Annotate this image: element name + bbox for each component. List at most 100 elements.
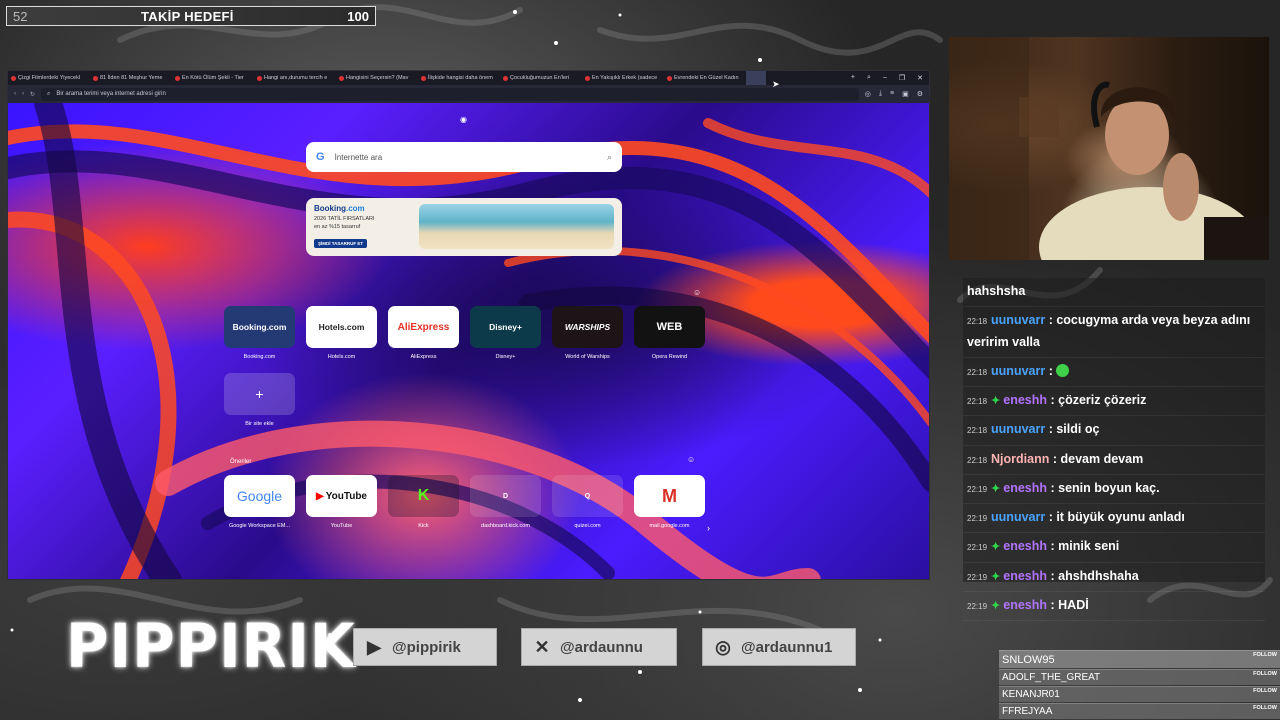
ad-brand: Booking.com <box>314 204 365 213</box>
suggestion-kick[interactable]: K Kick <box>388 475 459 529</box>
chat-message: 22:19 ✦ eneshh : HADİ <box>963 592 1265 621</box>
chat-timestamp: 22:18 <box>967 426 988 436</box>
chat-username[interactable]: eneshh <box>1003 569 1047 583</box>
tab[interactable]: En Yakışıklı Erkek (sadece <box>582 71 664 85</box>
chat-username[interactable]: uunuvarr <box>991 313 1045 327</box>
page-search-box[interactable]: G İnternette ara ⌕ <box>306 142 622 172</box>
webcam-feed <box>949 37 1269 260</box>
minimize-icon[interactable]: – <box>883 74 887 82</box>
chat-message: 22:18 uunuvarr : cocugyma arda veya beyza… <box>963 307 1265 358</box>
goal-title: TAKİP HEDEFİ <box>141 8 234 24</box>
search-icon: ⌕ <box>47 90 51 97</box>
chat-username[interactable]: eneshh <box>1003 539 1047 553</box>
forward-icon[interactable]: › <box>22 91 24 97</box>
settings-icon[interactable]: ⚙ <box>917 90 923 98</box>
add-site-button[interactable]: + Bir site ekle <box>224 373 295 427</box>
plus-icon: + <box>224 373 295 415</box>
chat-timestamp: 22:19 <box>967 572 988 582</box>
chat-message: 22:19 ✦ eneshh : ahshdhshaha <box>963 563 1265 592</box>
speed-dial-page: ◉ G İnternette ara ⌕ Booking.com 2026 TA… <box>8 103 929 579</box>
chat-text: : it büyük oyunu anladı <box>1048 510 1185 524</box>
suggestions-title: Öneriler <box>230 459 252 465</box>
opera-indicator-icon: ◉ <box>460 115 467 124</box>
speed-dial-disney[interactable]: Disney+ Disney+ <box>470 306 541 360</box>
tab[interactable]: Hangisini Seçersin? (Mav <box>336 71 418 85</box>
speed-dial-opera-rewind[interactable]: WEB Opera Rewind <box>634 306 705 360</box>
restore-icon[interactable]: ❐ <box>899 74 905 82</box>
ad-text: Booking.com 2026 TATİL FIRSATLARI en az … <box>314 204 375 250</box>
tab[interactable]: 81 İlden 81 Meşhur Yeme <box>90 71 172 85</box>
chat-message: 22:19 ✦ eneshh : minik seni <box>963 533 1265 563</box>
chat-message: 22:19 ✦ eneshh : senin boyun kaç. <box>963 475 1265 504</box>
chat-text: : çözeriz çözeriz <box>1050 393 1147 407</box>
speed-dial-aliexpress[interactable]: AliExpress AliExpress <box>388 306 459 360</box>
sub-badge-icon: ✦ <box>991 395 1001 407</box>
chevron-right-icon[interactable]: › <box>707 523 710 533</box>
favicon-icon <box>339 75 344 81</box>
chat-text: : minik seni <box>1050 539 1120 554</box>
chat-username[interactable]: eneshh <box>1003 481 1047 495</box>
speed-dial-booking[interactable]: Booking.com Booking.com <box>224 306 295 360</box>
suggestion-gmail[interactable]: M mail.google.com <box>634 475 705 529</box>
download-icon[interactable]: ⤓ <box>879 90 882 98</box>
tab[interactable]: Evrendeki En Güzel Kadın <box>664 71 746 85</box>
search-tabs-icon[interactable]: ⌕ <box>867 74 871 82</box>
lock-icon[interactable]: ▣ <box>902 90 909 98</box>
tab[interactable]: Hangi anı,durumu tercih e <box>254 71 336 85</box>
chat-timestamp: 22:18 <box>967 455 988 465</box>
chat-message-list: 22:18 uunuvarr : cocugyma arda veya beyza… <box>963 307 1265 621</box>
favicon-icon <box>421 75 426 81</box>
ad-cta-button[interactable]: ŞİMDİ TASARRUF ET <box>314 238 368 248</box>
chat-username[interactable]: uunuvarr <box>991 510 1045 524</box>
chat-username[interactable]: uunuvarr <box>991 364 1045 378</box>
ad-line-1: 2026 TATİL FIRSATLARI <box>314 216 375 222</box>
suggestion-quizei[interactable]: Q quizei.com <box>552 475 623 529</box>
address-placeholder: Bir arama terimi veya internet adresi gi… <box>56 91 166 97</box>
speed-dial-hotels[interactable]: Hotels.com Hotels.com <box>306 306 377 360</box>
chat-message: 22:18 ✦ eneshh : çözeriz çözeriz <box>963 387 1265 417</box>
chat-timestamp: 22:18 <box>967 397 988 406</box>
chat-username[interactable]: uunuvarr <box>991 422 1045 436</box>
close-icon[interactable]: ✕ <box>917 74 923 82</box>
chat-text: : sildi oç <box>1048 422 1100 437</box>
tab-bar: Çizgi Filmlerdeki Yiyecekl 81 İlden 81 M… <box>8 71 929 85</box>
sub-badge-icon: ✦ <box>991 570 1001 583</box>
chat-message: 22:18 uunuvarr : <box>963 358 1265 387</box>
speed-dial-warships[interactable]: WARSHIPS World of Warships <box>552 306 623 360</box>
chat-username[interactable]: Njordiann <box>991 452 1049 466</box>
menu-icon[interactable]: ≡ <box>890 90 894 98</box>
camera-icon[interactable]: ◎ <box>865 90 871 98</box>
back-icon[interactable]: ‹ <box>14 91 16 97</box>
streamer-silhouette <box>949 37 1269 260</box>
follower-row: SNLOW95 FOLLOW <box>999 650 1280 668</box>
goal-current: 52 <box>13 8 28 24</box>
suggestion-google[interactable]: Google Google Workspace EM... <box>224 475 295 529</box>
sub-badge-icon: ✦ <box>991 599 1001 612</box>
chat-message: 22:19 uunuvarr : it büyük oyunu anladı <box>963 504 1265 534</box>
tab[interactable]: Çizgi Filmlerdeki Yiyecekl <box>8 71 90 85</box>
tab[interactable]: Çocukluğumuzun En'leri <box>500 71 582 85</box>
suggestion-dashboard-kick[interactable]: D dashboard.kick.com <box>470 475 541 529</box>
google-icon: G <box>316 151 325 163</box>
chat-username[interactable]: eneshh <box>1003 598 1047 612</box>
new-tab-icon[interactable]: + <box>851 74 855 82</box>
beach-image <box>419 204 614 249</box>
tab[interactable]: İlişkide hangisi daha önem <box>418 71 500 85</box>
chat-header: hahshsha <box>963 278 1265 308</box>
address-bar[interactable]: ⌕ Bir arama terimi veya internet adresi … <box>41 87 859 101</box>
emote-icon <box>1056 363 1070 377</box>
chat-text: : devam devam <box>1052 451 1144 466</box>
chat-text: : HADİ <box>1050 597 1089 612</box>
x-icon: ✕ <box>534 636 550 657</box>
active-tab[interactable] <box>746 71 766 85</box>
youtube-icon: ▶ <box>316 490 324 502</box>
chat-timestamp: 22:18 <box>967 317 988 327</box>
chat-username[interactable]: eneshh <box>1003 393 1047 407</box>
reload-icon[interactable]: ↻ <box>30 91 35 98</box>
channel-logo: PIPPIRIK <box>66 610 356 682</box>
follow-goal-bar: 52 TAKİP HEDEFİ 100 <box>6 6 376 26</box>
booking-ad[interactable]: Booking.com 2026 TATİL FIRSATLARI en az … <box>306 198 622 256</box>
tab[interactable]: En Kötü Ölüm Şekli - Tier <box>172 71 254 85</box>
mouse-cursor-icon: ➤ <box>772 79 780 89</box>
suggestion-youtube[interactable]: ▶ YouTube YouTube <box>306 475 377 529</box>
